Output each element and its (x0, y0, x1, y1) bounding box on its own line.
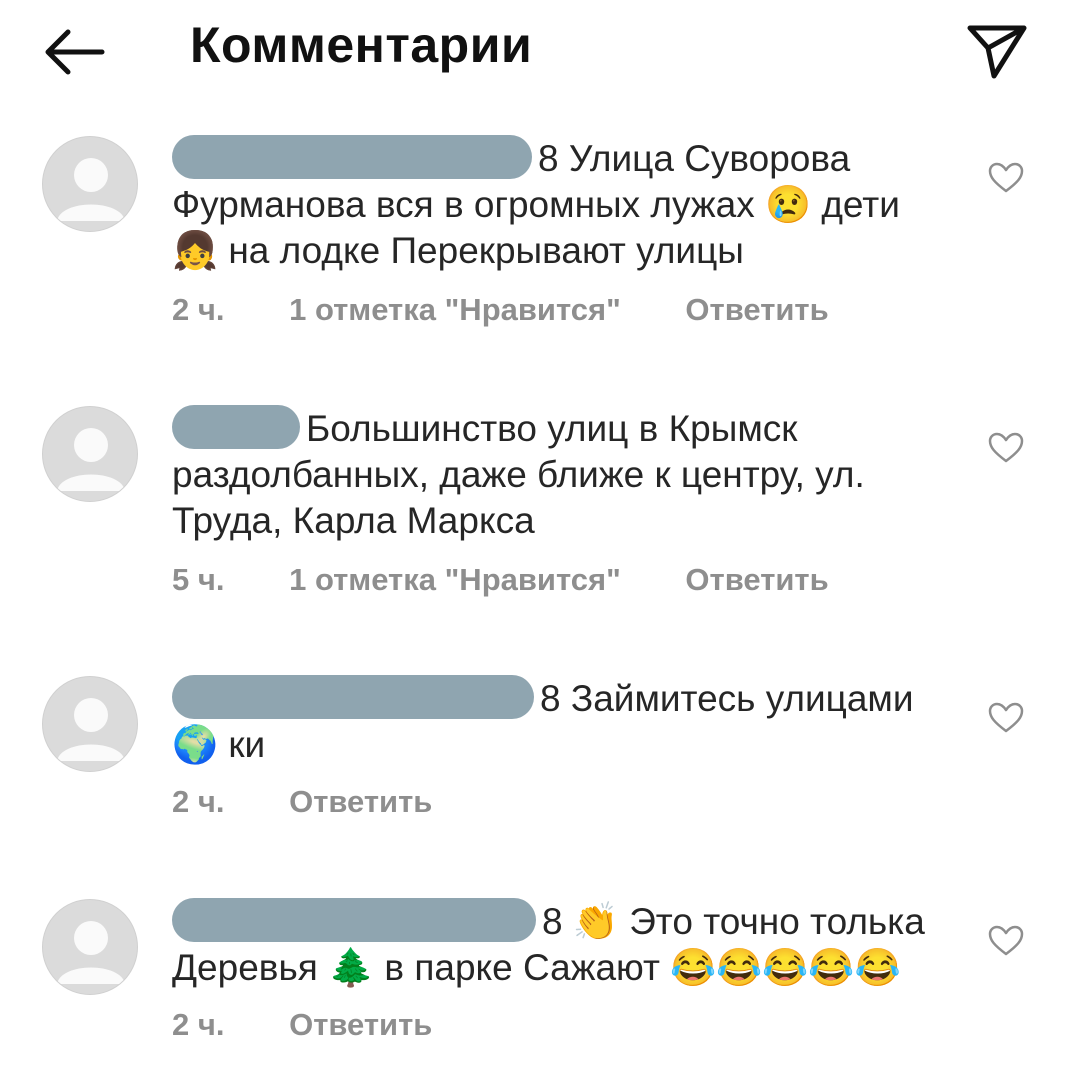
redacted-username[interactable] (172, 135, 532, 179)
user-placeholder-icon (57, 921, 125, 984)
comment-text-block: 8 Займитесь улицами 🌍 ки (172, 675, 952, 768)
heart-icon[interactable] (988, 432, 1024, 464)
reply-button[interactable]: Ответить (289, 1007, 432, 1042)
avatar[interactable] (42, 676, 138, 772)
comment-time: 2 ч. (172, 292, 225, 327)
likes-count-link[interactable]: 1 отметка "Нравится" (289, 562, 621, 597)
redacted-username[interactable] (172, 405, 300, 449)
comment-time: 2 ч. (172, 784, 225, 819)
redacted-username[interactable] (172, 898, 536, 942)
arrow-left-icon (45, 29, 105, 75)
avatar[interactable] (42, 136, 138, 232)
reply-button[interactable]: Ответить (685, 562, 828, 597)
reply-button[interactable]: Ответить (685, 292, 828, 327)
paper-plane-icon (967, 25, 1027, 79)
back-button[interactable] (40, 22, 110, 82)
heart-icon[interactable] (988, 702, 1024, 734)
comment-meta: 2 ч. 1 отметка "Нравится" Ответить (172, 292, 885, 328)
user-placeholder-icon (57, 158, 125, 221)
comment-time: 2 ч. (172, 1007, 225, 1042)
comment-text-block: 8 Улица Суворова Фурманова вся в огромны… (172, 135, 952, 274)
avatar[interactable] (42, 899, 138, 995)
comment-meta: 2 ч. Ответить (172, 1007, 488, 1043)
likes-count-link[interactable]: 1 отметка "Нравится" (289, 292, 621, 327)
comment-text-block: Большинство улиц в Крымск раздолбанных, … (172, 405, 952, 544)
redacted-username[interactable] (172, 675, 534, 719)
send-button[interactable] (964, 18, 1030, 82)
reply-button[interactable]: Ответить (289, 784, 432, 819)
avatar[interactable] (42, 406, 138, 502)
comment-text-block: 8 👏 Это точно толька Деревья 🌲 в парке С… (172, 898, 952, 991)
comment-meta: 5 ч. 1 отметка "Нравится" Ответить (172, 562, 885, 598)
user-placeholder-icon (57, 698, 125, 761)
comment-meta: 2 ч. Ответить (172, 784, 488, 820)
heart-icon[interactable] (988, 162, 1024, 194)
user-placeholder-icon (57, 428, 125, 491)
page-title: Комментарии (190, 17, 533, 73)
comment-time: 5 ч. (172, 562, 225, 597)
heart-icon[interactable] (988, 925, 1024, 957)
header: Комментарии (0, 0, 1080, 110)
